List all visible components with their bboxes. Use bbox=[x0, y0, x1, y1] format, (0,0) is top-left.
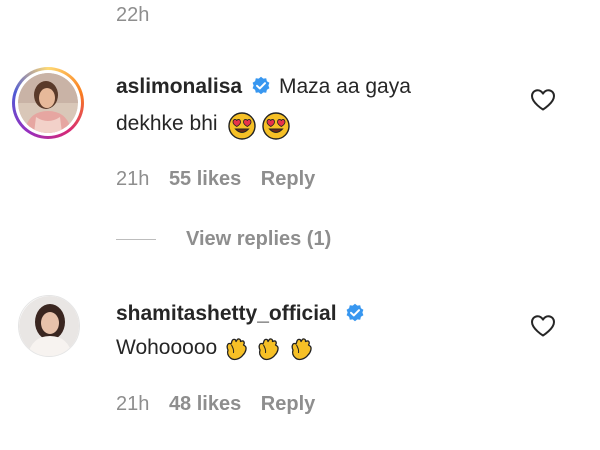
view-replies-link[interactable]: View replies (1) bbox=[186, 228, 331, 251]
view-replies-divider bbox=[116, 239, 156, 240]
clapping-hands-emoji bbox=[287, 338, 315, 361]
comment-time: 21h bbox=[116, 168, 150, 190]
heart-outline-icon[interactable] bbox=[530, 314, 556, 338]
clapping-hands-emoji bbox=[222, 338, 254, 361]
comment-likes[interactable]: 55 likes bbox=[169, 168, 241, 190]
comment-text-line2: dekhke bhi bbox=[116, 112, 218, 136]
verified-badge-icon bbox=[251, 76, 271, 101]
reply-button[interactable]: Reply bbox=[261, 393, 315, 415]
heart-outline-icon[interactable] bbox=[530, 88, 556, 112]
comment-item: aslimonalisa Maza aa gaya dekhke bhi 21h… bbox=[0, 60, 600, 200]
comment-text: Wohooooo bbox=[116, 336, 218, 360]
heart-eyes-emoji bbox=[262, 112, 291, 140]
comment-item: shamitashetty_official Wohooooo 21h 48 l… bbox=[0, 290, 600, 430]
avatar[interactable] bbox=[12, 67, 84, 139]
comment-time: 21h bbox=[116, 393, 150, 415]
avatar[interactable] bbox=[18, 295, 80, 357]
comment-username[interactable]: shamitashetty_official bbox=[116, 302, 337, 325]
clapping-hands-emoji bbox=[254, 338, 286, 361]
comment-username[interactable]: aslimonalisa bbox=[116, 75, 242, 98]
timestamp: 22h bbox=[116, 4, 150, 26]
reply-button[interactable]: Reply bbox=[261, 168, 315, 190]
verified-badge-icon bbox=[345, 303, 365, 328]
comment-text-line1: Maza aa gaya bbox=[278, 75, 411, 98]
heart-eyes-emoji bbox=[228, 112, 260, 140]
comment-likes[interactable]: 48 likes bbox=[169, 393, 241, 415]
